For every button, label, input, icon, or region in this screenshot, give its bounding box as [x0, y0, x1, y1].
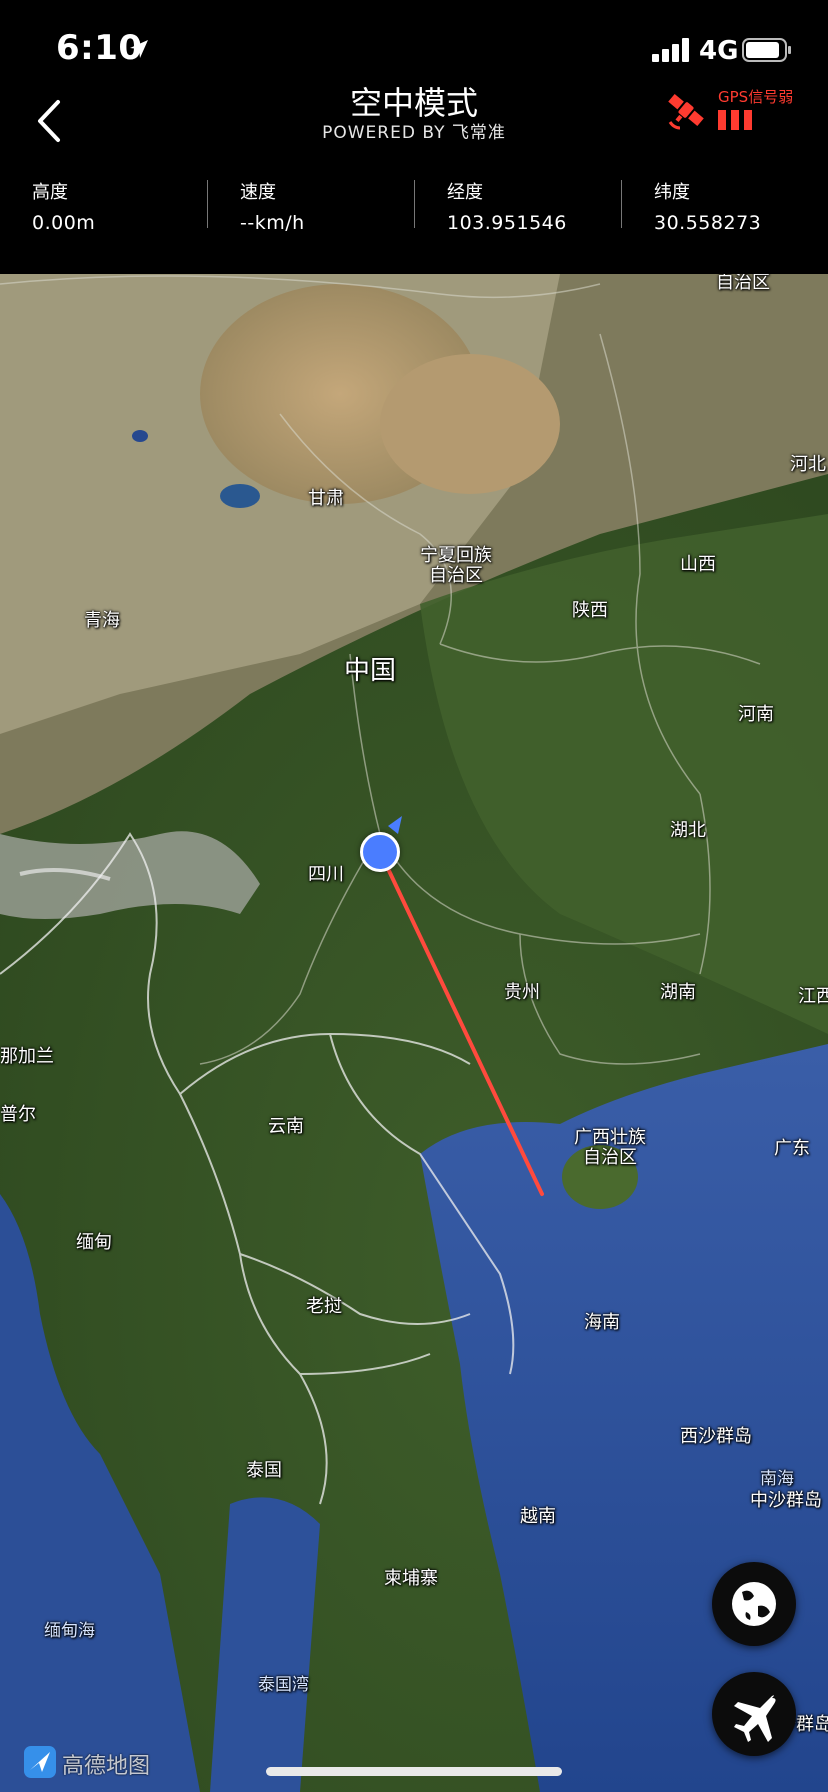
altitude-label: 高度 [32, 182, 68, 203]
divider [207, 180, 208, 228]
longitude-value: 103.951546 [447, 212, 567, 234]
altitude-value: 0.00m [32, 212, 96, 234]
home-indicator[interactable] [266, 1767, 562, 1776]
flight-mode-button[interactable] [712, 1672, 796, 1756]
gps-signal-bars [718, 110, 752, 130]
signal-icon [652, 38, 689, 62]
battery-icon [742, 38, 791, 62]
latitude-label: 纬度 [654, 182, 690, 203]
speed-label: 速度 [240, 182, 276, 203]
map-provider-label: 高德地图 [62, 1754, 151, 1779]
airplane-icon [734, 1695, 776, 1742]
speed-field: 速度 --km/h [240, 178, 440, 234]
location-arrow-icon [130, 40, 148, 58]
globe-button[interactable] [712, 1562, 796, 1646]
satellite-icon [668, 93, 704, 130]
globe-icon [732, 1582, 776, 1626]
gps-status-label: GPS信号弱 [718, 88, 794, 106]
longitude-label: 经度 [447, 182, 483, 203]
amap-logo-icon [24, 1746, 56, 1778]
longitude-field: 经度 103.951546 [447, 178, 647, 234]
current-location-marker[interactable] [360, 832, 400, 872]
flight-route [380, 816, 544, 1196]
satellite-map[interactable]: 自治区 河北 甘肃 宁夏回族 自治区 山西 青海 陕西 中国 河南 四川 湖北 … [0, 274, 828, 1792]
network-label: 4G [699, 36, 739, 66]
divider [414, 180, 415, 228]
latitude-value: 30.558273 [654, 212, 762, 234]
altitude-field: 高度 0.00m [32, 178, 232, 234]
divider [621, 180, 622, 228]
latitude-field: 纬度 30.558273 [654, 178, 828, 234]
speed-value: --km/h [240, 212, 305, 234]
